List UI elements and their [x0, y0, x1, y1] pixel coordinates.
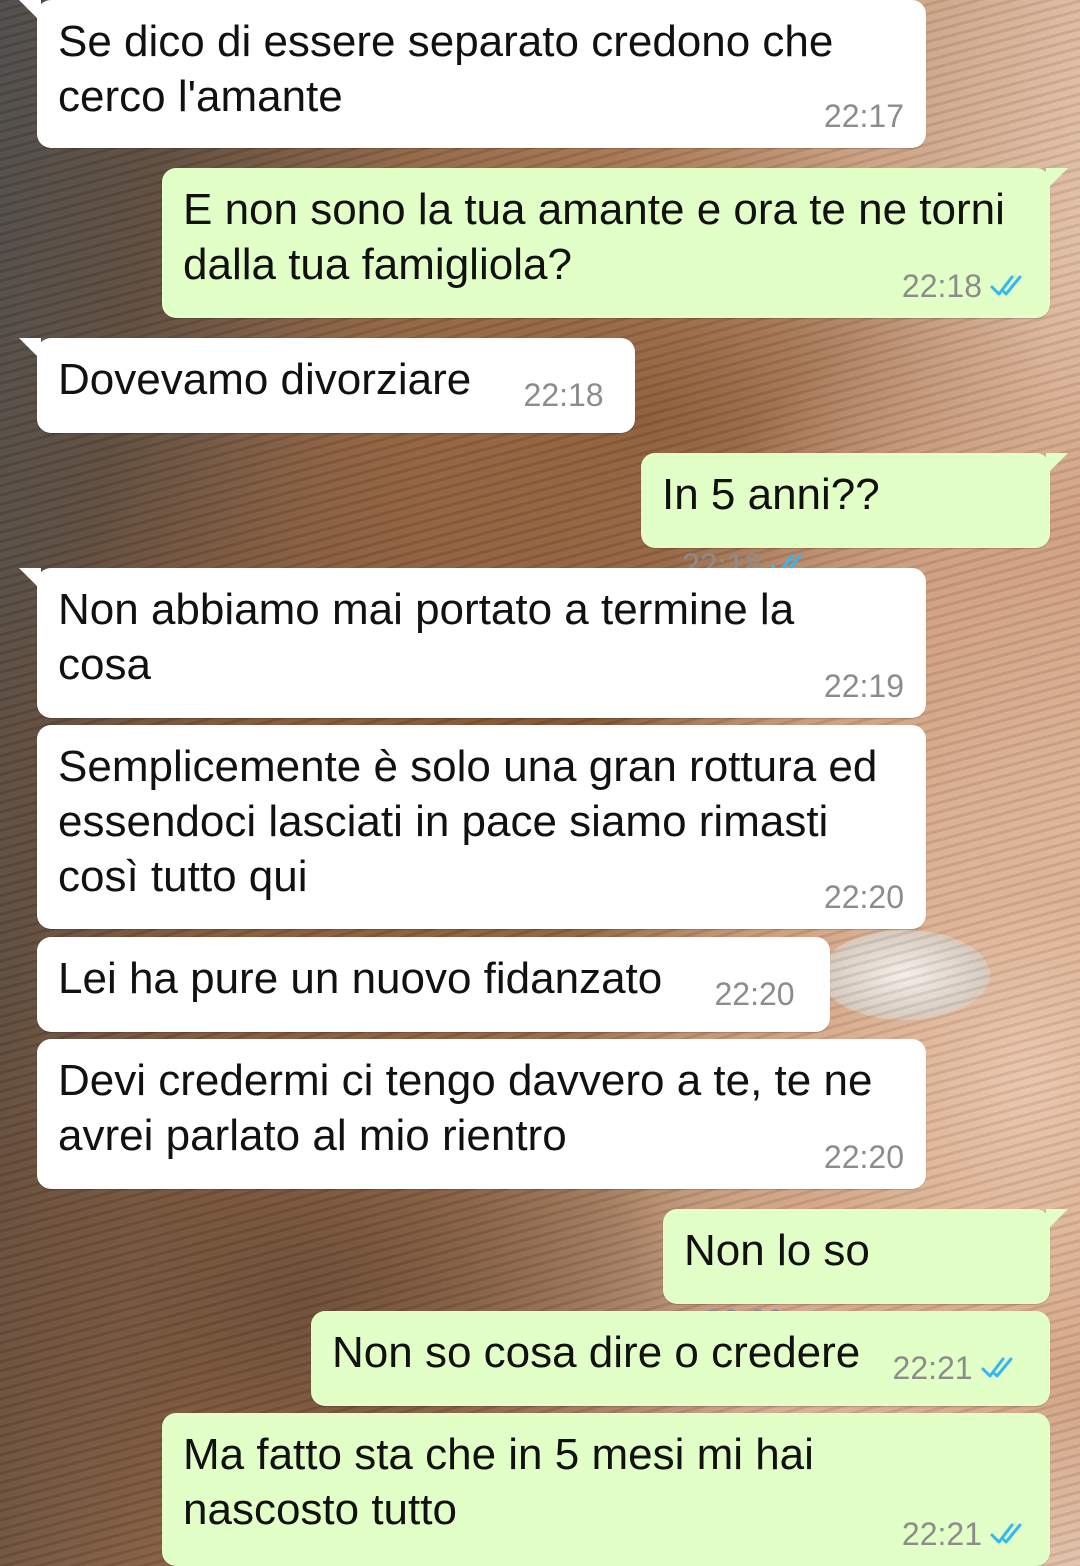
double-check-read-icon — [990, 1523, 1022, 1544]
message-time: 22:21 — [901, 1516, 982, 1552]
message-time: 22:20 — [823, 1139, 904, 1175]
message-list[interactable]: Se dico di essere separato credono che c… — [0, 0, 1080, 1566]
outgoing-message-bubble[interactable]: Ma fatto sta che in 5 mesi mi hai nascos… — [162, 1413, 1050, 1566]
outgoing-message-bubble[interactable]: In 5 anni?? 22:18 — [641, 453, 1068, 583]
message-text: Non lo so — [684, 1226, 870, 1275]
message-text: Semplicemente è solo una gran rottura ed… — [58, 742, 878, 901]
message-text: Lei ha pure un nuovo fidanzato — [58, 954, 663, 1003]
message-text: Ma fatto sta che in 5 mesi mi hai nascos… — [183, 1430, 814, 1534]
message-text: Devi credermi ci tengo davvero a te, te … — [58, 1056, 873, 1160]
message-meta: 22:17 — [824, 98, 904, 134]
incoming-message-bubble[interactable]: Semplicemente è solo una gran rottura ed… — [37, 725, 926, 929]
message-time: 22:20 — [714, 976, 795, 1012]
incoming-message-bubble[interactable]: Lei ha pure un nuovo fidanzato 22:20 — [37, 937, 830, 1032]
message-meta: 22:20 — [824, 879, 904, 915]
incoming-message-bubble[interactable]: Se dico di essere separato credono che c… — [19, 0, 926, 148]
message-meta: 22:19 — [824, 668, 904, 704]
message-text: Dovevamo divorziare — [58, 355, 472, 404]
message-text: In 5 anni?? — [662, 470, 880, 519]
outgoing-message-bubble[interactable]: Non so cosa dire o credere 22:21 — [311, 1311, 1050, 1406]
message-time: 22:21 — [892, 1350, 973, 1386]
message-text: E non sono la tua amante e ora te ne tor… — [183, 185, 1005, 289]
message-text: Non so cosa dire o credere — [332, 1328, 861, 1377]
message-meta: 22:21 — [902, 1516, 1028, 1552]
message-meta: 22:20 — [824, 1139, 904, 1175]
incoming-message-bubble[interactable]: Devi credermi ci tengo davvero a te, te … — [37, 1039, 926, 1189]
incoming-message-bubble[interactable]: Non abbiamo mai portato a termine la cos… — [19, 568, 926, 718]
message-time: 22:17 — [823, 98, 904, 134]
message-time: 22:18 — [523, 377, 604, 413]
outgoing-message-bubble[interactable]: Non lo so 22:20 — [663, 1209, 1068, 1339]
message-time: 22:20 — [823, 879, 904, 915]
message-time: 22:18 — [901, 268, 982, 304]
double-check-read-icon — [990, 275, 1022, 296]
message-text: Non abbiamo mai portato a termine la cos… — [58, 585, 795, 689]
message-meta: 22:18 — [902, 268, 1028, 304]
message-meta: 22:21 — [893, 1350, 1019, 1386]
message-text: Se dico di essere separato credono che c… — [58, 17, 834, 121]
double-check-read-icon — [981, 1357, 1013, 1378]
message-time: 22:19 — [823, 668, 904, 704]
outgoing-message-bubble[interactable]: E non sono la tua amante e ora te ne tor… — [162, 168, 1068, 318]
incoming-message-bubble[interactable]: Dovevamo divorziare 22:18 — [19, 338, 635, 433]
message-meta: 22:18 — [524, 377, 604, 413]
message-meta: 22:20 — [714, 976, 794, 1012]
